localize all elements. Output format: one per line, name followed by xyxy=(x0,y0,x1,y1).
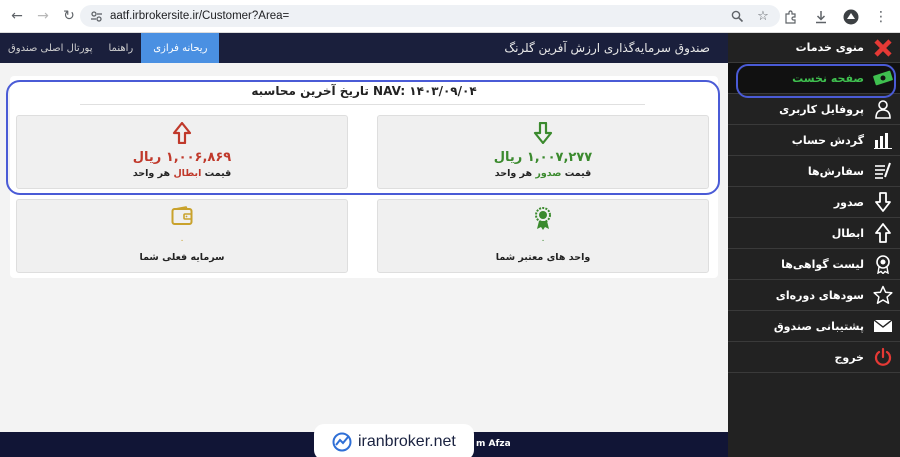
help-link[interactable]: راهنما xyxy=(101,33,142,63)
more-menu-icon[interactable]: ⋮ xyxy=(868,4,894,30)
watermark: iranbroker.net xyxy=(314,424,474,457)
arrow-down-icon xyxy=(872,191,894,213)
sidebar-item-orders[interactable]: سفارش‌ها xyxy=(728,156,900,187)
fund-title: صندوق سرمایه‌گذاری ارزش آفرین گلرنگ xyxy=(504,41,710,55)
url-text[interactable]: aatf.irbrokersite.ir/Customer?Area= xyxy=(110,10,289,22)
valid-units-tile: ۰ واحد های معتبر شما xyxy=(377,199,709,273)
sidebar-item-label: لیست گواهی‌ها xyxy=(781,257,864,271)
award-badge-icon xyxy=(378,206,708,230)
sidebar-item-label: خروج xyxy=(834,350,864,364)
sidebar-item-support[interactable]: پشتیبانی صندوق xyxy=(728,311,900,342)
portal-link[interactable]: پورتال اصلی صندوق xyxy=(0,33,101,63)
sidebar-item-label: گردش حساب xyxy=(791,133,864,147)
top-nav-links: پورتال اصلی صندوق راهنما ریحانه فرازی xyxy=(0,33,220,63)
sidebar-item-logout[interactable]: خروج xyxy=(728,342,900,373)
mail-icon xyxy=(872,315,894,337)
reload-icon[interactable]: ↻ xyxy=(56,3,82,29)
extensions-icon[interactable] xyxy=(778,4,804,30)
top-navbar: پورتال اصلی صندوق راهنما ریحانه فرازی صن… xyxy=(0,33,728,63)
forward-icon[interactable]: → xyxy=(30,3,56,29)
back-icon[interactable]: ← xyxy=(4,3,30,29)
current-capital-caption: سرمایه فعلی شما xyxy=(139,252,225,263)
nav-highlight-annotation xyxy=(6,80,720,195)
badge-icon xyxy=(872,253,894,275)
bar-chart-icon xyxy=(872,129,894,151)
user-icon xyxy=(872,98,894,120)
sidebar-item-label: منوی خدمات xyxy=(795,41,864,54)
arrow-up-icon xyxy=(872,222,894,244)
current-capital-tile: ۰ سرمایه فعلی شما xyxy=(16,199,348,273)
download-icon[interactable] xyxy=(808,4,834,30)
sidebar-highlight-annotation xyxy=(736,64,896,98)
star-icon xyxy=(872,284,894,306)
power-icon xyxy=(872,346,894,368)
wallet-icon xyxy=(17,206,347,228)
sidebar-item-label: پشتیبانی صندوق xyxy=(773,319,864,333)
user-name-link[interactable]: ریحانه فرازی xyxy=(141,33,220,63)
bookmark-star-icon[interactable]: ☆ xyxy=(754,7,772,25)
close-icon[interactable] xyxy=(872,37,894,59)
current-capital-value: ۰ xyxy=(179,236,185,246)
profile-icon[interactable] xyxy=(838,4,864,30)
sidebar-item-services-menu[interactable]: منوی خدمات xyxy=(728,33,900,63)
sidebar-item-label: صدور xyxy=(833,195,864,209)
valid-units-value: ۰ xyxy=(540,236,546,246)
sidebar-item-certificates[interactable]: لیست گواهی‌ها xyxy=(728,249,900,280)
orders-icon xyxy=(872,160,894,182)
sidebar-item-label: پروفایل کاربری xyxy=(779,102,864,116)
sidebar-item-periodic-profits[interactable]: سودهای دوره‌ای xyxy=(728,280,900,311)
sidebar-item-label: ابطال xyxy=(831,226,864,240)
site-info-icon[interactable] xyxy=(88,10,104,23)
address-bar[interactable]: aatf.irbrokersite.ir/Customer?Area= ☆ xyxy=(80,5,780,27)
sidebar-item-profile[interactable]: پروفایل کاربری xyxy=(728,94,900,125)
sidebar-item-account-turnover[interactable]: گردش حساب xyxy=(728,125,900,156)
sidebar-item-redeem[interactable]: ابطال xyxy=(728,218,900,249)
footer-text: m Afza xyxy=(476,439,511,449)
zoom-icon[interactable] xyxy=(728,7,746,25)
watermark-text: iranbroker.net xyxy=(358,433,456,450)
sidebar-item-issue[interactable]: صدور xyxy=(728,187,900,218)
valid-units-caption: واحد های معتبر شما xyxy=(495,252,591,263)
watermark-logo-icon xyxy=(332,432,352,452)
browser-toolbar: ← → ↻ aatf.irbrokersite.ir/Customer?Area… xyxy=(0,0,900,33)
sidebar-item-label: سفارش‌ها xyxy=(807,164,864,178)
sidebar-item-label: سودهای دوره‌ای xyxy=(775,288,864,302)
